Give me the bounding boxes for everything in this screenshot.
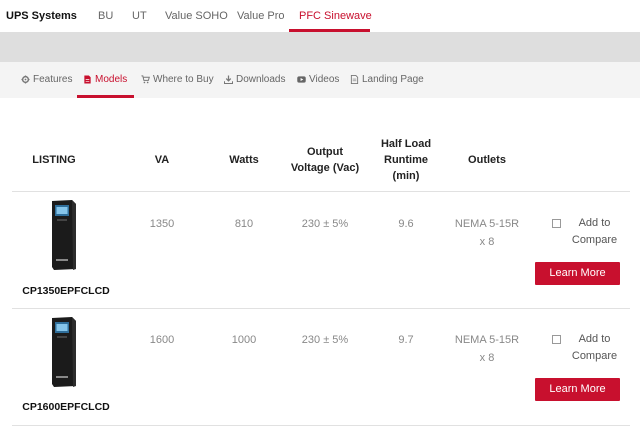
compare-checkbox[interactable] (552, 335, 561, 344)
cell-va: 1600 (149, 334, 175, 346)
compare-label-line: Compare (571, 234, 618, 246)
outlet-type: NEMA 5-15R (454, 218, 520, 230)
model-name[interactable]: CP1350EPFCLCD (14, 285, 118, 297)
ups-product-image[interactable] (48, 316, 78, 388)
header-line: Voltage (Vac) (290, 162, 360, 174)
outlet-count: x 8 (479, 236, 495, 248)
outlet-count: x 8 (479, 352, 495, 364)
tab-ut[interactable]: UT (132, 10, 147, 22)
cart-icon (141, 74, 150, 83)
page-icon (350, 74, 359, 84)
tab-value-soho[interactable]: Value SOHO (165, 10, 228, 22)
cell-va: 1350 (149, 218, 175, 230)
active-subnav-indicator (77, 95, 134, 98)
cell-voltage: 230 ± 5% (301, 334, 349, 346)
tab-value-pro[interactable]: Value Pro (237, 10, 285, 22)
sub-nav: Features Models Where to Buy Downloads V… (0, 62, 640, 98)
cell-outlets: NEMA 5-15R x 8 (446, 331, 528, 367)
subnav-where-to-buy[interactable]: Where to Buy (141, 72, 214, 86)
learn-more-button[interactable]: Learn More (535, 262, 620, 285)
subnav-label: Landing Page (362, 73, 424, 85)
top-nav: UPS Systems BU UT Value SOHO Value Pro P… (0, 0, 640, 32)
compare-label-line: Add to (578, 333, 611, 345)
compare-label-line: Compare (571, 350, 618, 362)
header-line: Output (306, 146, 344, 158)
row-divider (12, 425, 630, 426)
learn-more-button[interactable]: Learn More (535, 378, 620, 401)
banner-strip (0, 32, 640, 62)
row-divider (12, 308, 630, 309)
compare-label: Add to Compare (567, 215, 622, 249)
subnav-models[interactable]: Models (83, 72, 127, 86)
cell-runtime: 9.7 (398, 334, 414, 346)
model-name[interactable]: CP1600EPFCLCD (14, 401, 118, 413)
subnav-label: Models (95, 73, 128, 85)
cell-watts: 810 (234, 218, 254, 230)
add-to-compare[interactable]: Add to Compare (552, 215, 622, 249)
document-icon (84, 74, 91, 84)
compare-label-line: Add to (578, 217, 611, 229)
gear-icon (21, 74, 30, 84)
subnav-features[interactable]: Features (21, 72, 72, 86)
header-runtime: Half Load Runtime (min) (370, 136, 442, 184)
header-line: Half Load (380, 138, 432, 150)
subnav-label: Downloads (236, 73, 286, 85)
subnav-downloads[interactable]: Downloads (224, 72, 285, 86)
header-line: (min) (392, 170, 420, 182)
header-line: Runtime (384, 154, 428, 166)
tab-pfc-sinewave[interactable]: PFC Sinewave (299, 10, 372, 22)
cell-voltage: 230 ± 5% (301, 218, 349, 230)
header-divider (12, 191, 630, 192)
video-icon (297, 75, 306, 83)
header-va: VA (154, 154, 170, 166)
subnav-label: Videos (309, 73, 340, 85)
download-icon (224, 74, 233, 84)
subnav-landing-page[interactable]: Landing Page (350, 72, 424, 86)
subnav-label: Where to Buy (153, 73, 214, 85)
ups-product-image[interactable] (48, 199, 78, 271)
compare-checkbox[interactable] (552, 219, 561, 228)
cell-watts: 1000 (231, 334, 257, 346)
outlet-type: NEMA 5-15R (454, 334, 520, 346)
tab-bu[interactable]: BU (98, 10, 113, 22)
header-listing: LISTING (32, 154, 76, 166)
subnav-videos[interactable]: Videos (297, 72, 339, 86)
add-to-compare[interactable]: Add to Compare (552, 331, 622, 365)
cell-outlets: NEMA 5-15R x 8 (446, 215, 528, 251)
compare-label: Add to Compare (567, 331, 622, 365)
header-watts: Watts (229, 154, 259, 166)
brand-title[interactable]: UPS Systems (6, 10, 77, 22)
header-output-voltage: Output Voltage (Vac) (285, 144, 365, 176)
subnav-label: Features (33, 73, 73, 85)
header-outlets: Outlets (468, 154, 506, 166)
cell-runtime: 9.6 (398, 218, 414, 230)
